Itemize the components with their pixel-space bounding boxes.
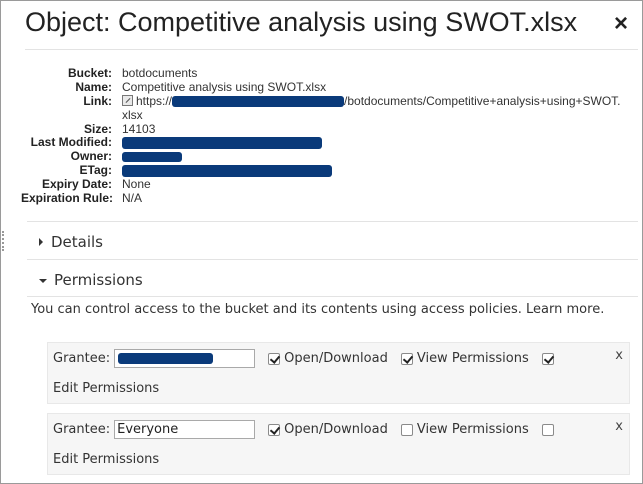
edit-permissions-option[interactable] xyxy=(541,423,558,436)
caret-down-icon xyxy=(39,279,47,283)
learn-more-link[interactable]: Learn more. xyxy=(526,302,604,317)
permissions-section-header[interactable]: Permissions xyxy=(39,271,143,289)
expiry-date-label: Expiry Date: xyxy=(41,177,112,192)
expiry-date-value: None xyxy=(122,177,151,192)
name-label: Name: xyxy=(75,79,112,94)
link-label: Link: xyxy=(83,93,112,108)
etag-value xyxy=(122,164,332,178)
details-divider-top xyxy=(27,221,638,222)
view-permissions-option[interactable]: View Permissions xyxy=(400,351,529,366)
open-download-checkbox[interactable] xyxy=(268,423,281,436)
link-prefix: https:// xyxy=(136,93,173,108)
meta-row-last-modified: Last Modified: xyxy=(21,136,622,150)
edit-permissions-option[interactable] xyxy=(541,352,558,365)
permissions-info-text: You can control access to the bucket and… xyxy=(31,302,522,317)
meta-row-link: Link: https:///botdocuments/Competitive+… xyxy=(21,93,622,123)
expiration-rule-label: Expiration Rule: xyxy=(21,191,114,206)
view-permissions-checkbox[interactable] xyxy=(400,352,413,365)
meta-row-name: Name: Competitive analysis using SWOT.xl… xyxy=(21,79,622,95)
object-metadata: Bucket: botdocuments Name: Competitive a… xyxy=(21,66,622,206)
close-icon[interactable]: × xyxy=(614,10,628,38)
open-download-label: Open/Download xyxy=(284,351,388,366)
open-download-option[interactable]: Open/Download xyxy=(268,351,388,366)
link-value[interactable]: https:///botdocuments/Competitive+analys… xyxy=(122,93,622,123)
open-download-option[interactable]: Open/Download xyxy=(268,422,388,437)
name-value: Competitive analysis using SWOT.xlsx xyxy=(122,79,327,94)
view-permissions-option[interactable]: View Permissions xyxy=(400,422,529,437)
last-modified-value xyxy=(122,136,322,150)
edit-permissions-label[interactable]: Edit Permissions xyxy=(53,381,159,396)
size-value: 14103 xyxy=(122,121,156,136)
details-section-header[interactable]: Details xyxy=(39,233,103,251)
view-permissions-label: View Permissions xyxy=(416,351,529,366)
redacted-grantee xyxy=(118,353,214,364)
size-label: Size: xyxy=(83,121,112,136)
caret-right-icon xyxy=(39,238,43,246)
open-download-checkbox[interactable] xyxy=(268,352,281,365)
grantee-controls: Grantee: Everyone Open/Download View Per… xyxy=(53,420,558,439)
view-permissions-label: View Permissions xyxy=(416,422,529,437)
grantee-row: Grantee: Everyone Open/Download View Per… xyxy=(47,413,630,475)
meta-row-expiry-date: Expiry Date: None xyxy=(21,177,622,192)
owner-label: Owner: xyxy=(70,149,112,164)
redacted-last-modified xyxy=(122,137,322,150)
grantee-input[interactable] xyxy=(114,349,256,368)
title-divider xyxy=(25,49,638,50)
redacted-etag xyxy=(122,165,332,178)
grantee-controls: Grantee: Open/Download View Permissions xyxy=(53,349,558,368)
bucket-value: botdocuments xyxy=(122,66,198,80)
permissions-divider-top xyxy=(27,259,638,260)
object-title: Object: Competitive analysis using SWOT.… xyxy=(25,7,578,37)
external-link-icon xyxy=(122,94,133,106)
redacted-owner xyxy=(122,152,182,163)
grantee-input[interactable]: Everyone xyxy=(114,420,256,439)
last-modified-label: Last Modified: xyxy=(30,135,112,150)
edit-permissions-checkbox[interactable] xyxy=(541,352,554,365)
resize-handle[interactable] xyxy=(2,231,6,251)
details-label: Details xyxy=(51,233,104,251)
open-download-label: Open/Download xyxy=(284,422,388,437)
meta-row-bucket: Bucket: botdocuments xyxy=(21,66,622,81)
meta-row-owner: Owner: xyxy=(21,149,622,164)
object-properties-panel: Object: Competitive analysis using SWOT.… xyxy=(0,0,643,484)
remove-grantee-icon[interactable]: x xyxy=(615,348,623,363)
meta-row-size: Size: 14103 xyxy=(21,121,622,137)
etag-label: ETag: xyxy=(79,163,112,178)
meta-row-etag: ETag: xyxy=(21,163,622,178)
redacted-link-host xyxy=(172,96,345,108)
permissions-divider-bottom xyxy=(27,296,638,297)
permissions-label: Permissions xyxy=(54,271,143,289)
grantee-label: Grantee: xyxy=(53,422,111,437)
bucket-label: Bucket: xyxy=(67,66,112,80)
meta-row-expiration-rule: Expiration Rule: N/A xyxy=(21,191,622,206)
edit-permissions-checkbox[interactable] xyxy=(541,423,554,436)
edit-permissions-label[interactable]: Edit Permissions xyxy=(53,452,159,467)
remove-grantee-icon[interactable]: x xyxy=(615,419,623,434)
expiration-rule-value: N/A xyxy=(122,191,143,206)
grantee-row: Grantee: Open/Download View Permissions … xyxy=(47,342,630,404)
grantee-label: Grantee: xyxy=(53,351,111,366)
permissions-info: You can control access to the bucket and… xyxy=(31,302,604,317)
view-permissions-checkbox[interactable] xyxy=(400,423,413,436)
owner-value xyxy=(122,150,182,164)
